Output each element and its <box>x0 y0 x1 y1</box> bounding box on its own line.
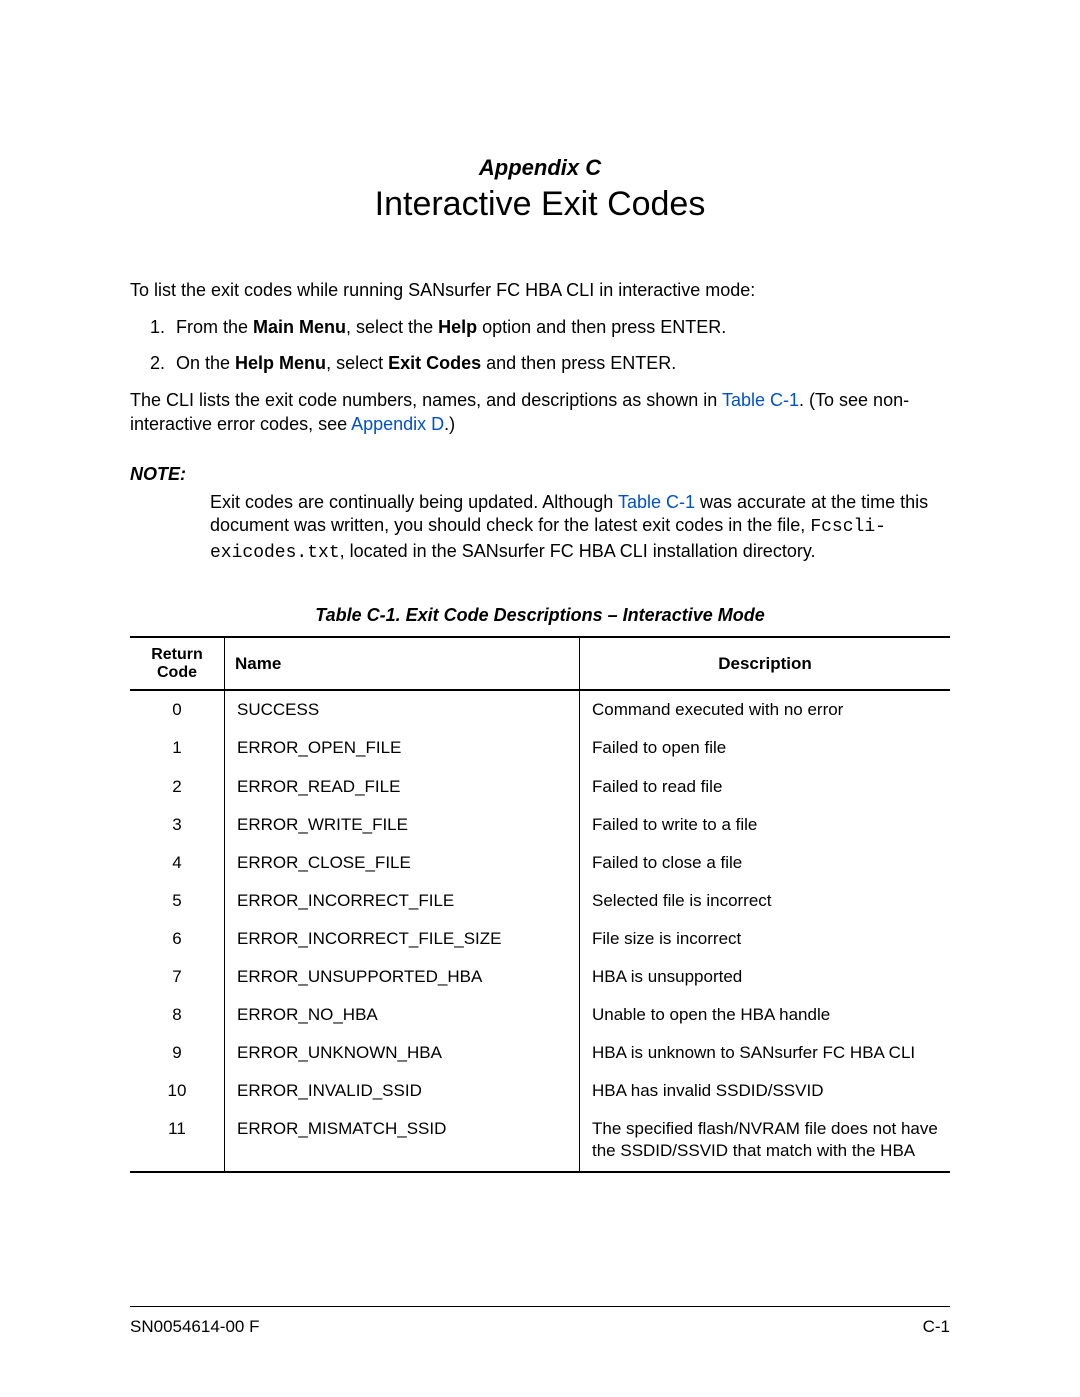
table-row: 11ERROR_MISMATCH_SSIDThe specified flash… <box>130 1110 950 1171</box>
page: Appendix C Interactive Exit Codes To lis… <box>0 0 1080 1397</box>
cell-name: SUCCESS <box>225 690 580 729</box>
table-row: 1ERROR_OPEN_FILEFailed to open file <box>130 729 950 767</box>
cell-name: ERROR_INCORRECT_FILE_SIZE <box>225 920 580 958</box>
intro-paragraph: To list the exit codes while running SAN… <box>130 279 950 302</box>
cell-code: 5 <box>130 882 225 920</box>
cell-desc: Failed to read file <box>580 768 951 806</box>
cell-code: 9 <box>130 1034 225 1072</box>
table-row: 7ERROR_UNSUPPORTED_HBAHBA is unsupported <box>130 958 950 996</box>
exit-codes-table: Return Code Name Description 0SUCCESSCom… <box>130 636 950 1172</box>
appendix-d-link[interactable]: Appendix D <box>351 414 444 434</box>
table-row: 5ERROR_INCORRECT_FILESelected file is in… <box>130 882 950 920</box>
cell-code: 1 <box>130 729 225 767</box>
cell-desc: Command executed with no error <box>580 690 951 729</box>
steps-list: From the Main Menu, select the Help opti… <box>130 316 950 375</box>
table-row: 9ERROR_UNKNOWN_HBAHBA is unknown to SANs… <box>130 1034 950 1072</box>
table-row: 8ERROR_NO_HBAUnable to open the HBA hand… <box>130 996 950 1034</box>
summary-paragraph: The CLI lists the exit code numbers, nam… <box>130 389 950 436</box>
footer-docnum: SN0054614-00 F <box>130 1317 259 1337</box>
step-2: On the Help Menu, select Exit Codes and … <box>170 352 950 375</box>
step-1: From the Main Menu, select the Help opti… <box>170 316 950 339</box>
cell-desc: File size is incorrect <box>580 920 951 958</box>
table-link[interactable]: Table C-1 <box>722 390 799 410</box>
page-footer: SN0054614-00 F C-1 <box>130 1306 950 1337</box>
cell-code: 8 <box>130 996 225 1034</box>
th-description: Description <box>580 637 951 690</box>
cell-desc: Unable to open the HBA handle <box>580 996 951 1034</box>
cell-code: 10 <box>130 1072 225 1110</box>
cell-code: 11 <box>130 1110 225 1171</box>
table-row: 3ERROR_WRITE_FILEFailed to write to a fi… <box>130 806 950 844</box>
cell-name: ERROR_INCORRECT_FILE <box>225 882 580 920</box>
th-name: Name <box>225 637 580 690</box>
note-table-link[interactable]: Table C-1 <box>618 492 695 512</box>
cell-name: ERROR_UNKNOWN_HBA <box>225 1034 580 1072</box>
cell-code: 2 <box>130 768 225 806</box>
cell-name: ERROR_OPEN_FILE <box>225 729 580 767</box>
cell-desc: HBA is unsupported <box>580 958 951 996</box>
cell-desc: Failed to write to a file <box>580 806 951 844</box>
table-body: 0SUCCESSCommand executed with no error1E… <box>130 690 950 1171</box>
note-heading: NOTE: <box>130 464 950 485</box>
cell-name: ERROR_UNSUPPORTED_HBA <box>225 958 580 996</box>
cell-code: 4 <box>130 844 225 882</box>
table-row: 10ERROR_INVALID_SSIDHBA has invalid SSDI… <box>130 1072 950 1110</box>
note-body: Exit codes are continually being updated… <box>130 491 950 565</box>
table-row: 0SUCCESSCommand executed with no error <box>130 690 950 729</box>
cell-code: 0 <box>130 690 225 729</box>
cell-name: ERROR_CLOSE_FILE <box>225 844 580 882</box>
cell-desc: HBA is unknown to SANsurfer FC HBA CLI <box>580 1034 951 1072</box>
cell-name: ERROR_NO_HBA <box>225 996 580 1034</box>
cell-code: 6 <box>130 920 225 958</box>
cell-desc: The specified flash/NVRAM file does not … <box>580 1110 951 1171</box>
cell-code: 3 <box>130 806 225 844</box>
cell-desc: Failed to open file <box>580 729 951 767</box>
cell-code: 7 <box>130 958 225 996</box>
cell-name: ERROR_INVALID_SSID <box>225 1072 580 1110</box>
table-row: 4ERROR_CLOSE_FILEFailed to close a file <box>130 844 950 882</box>
appendix-label: Appendix C <box>130 155 950 181</box>
table-row: 2ERROR_READ_FILEFailed to read file <box>130 768 950 806</box>
cell-desc: Failed to close a file <box>580 844 951 882</box>
footer-pagenum: C-1 <box>923 1317 950 1337</box>
cell-desc: HBA has invalid SSDID/SSVID <box>580 1072 951 1110</box>
page-title: Interactive Exit Codes <box>130 185 950 224</box>
table-caption: Table C-1. Exit Code Descriptions – Inte… <box>130 605 950 626</box>
cell-name: ERROR_WRITE_FILE <box>225 806 580 844</box>
table-row: 6ERROR_INCORRECT_FILE_SIZEFile size is i… <box>130 920 950 958</box>
cell-name: ERROR_READ_FILE <box>225 768 580 806</box>
cell-name: ERROR_MISMATCH_SSID <box>225 1110 580 1171</box>
cell-desc: Selected file is incorrect <box>580 882 951 920</box>
th-return-code: Return Code <box>130 637 225 690</box>
